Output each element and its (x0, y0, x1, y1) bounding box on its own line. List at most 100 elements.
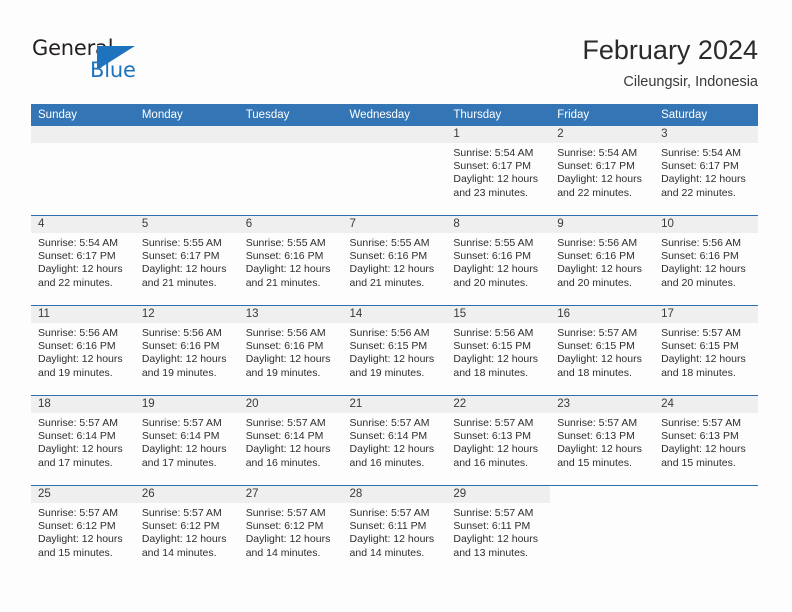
day-number: 14 (342, 306, 447, 323)
weekday-header-thursday: Thursday (446, 104, 551, 126)
day-cell[interactable]: 3 Sunrise: 5:54 AM Sunset: 6:17 PM Daylight… (654, 126, 758, 215)
day-cell[interactable]: 26 Sunrise: 5:57 AM Sunset: 6:12 PM Dayligh… (134, 486, 239, 575)
day-cell[interactable]: 14 Sunrise: 5:56 AM Sunset: 6:15 PM Dayligh… (342, 306, 447, 395)
daylight-text-line2: and 17 minutes. (141, 456, 217, 469)
day-cell[interactable]: 27 Sunrise: 5:57 AM Sunset: 6:12 PM Dayligh… (238, 486, 343, 575)
calendar-cell: 25 Sunrise: 5:57 AM Sunset: 6:12 PM Dayligh… (31, 485, 135, 575)
general-blue-logo[interactable]: General Blue (32, 36, 162, 86)
calendar-cell: 16 Sunrise: 5:57 AM Sunset: 6:15 PM Dayligh… (550, 305, 655, 396)
day-cell[interactable]: 10 Sunrise: 5:56 AM Sunset: 6:16 PM Dayligh… (654, 216, 758, 305)
daylight-text-line1: Daylight: 12 hours (349, 353, 435, 366)
day-cell[interactable]: 22 Sunrise: 5:57 AM Sunset: 6:13 PM Dayligh… (446, 396, 551, 485)
sunrise-text: Sunrise: 5:54 AM (38, 237, 118, 249)
day-cell[interactable]: 19 Sunrise: 5:57 AM Sunset: 6:14 PM Dayligh… (134, 396, 239, 485)
sunrise-text: Sunrise: 5:54 AM (557, 147, 638, 159)
day-cell[interactable]: 8 Sunrise: 5:55 AM Sunset: 6:16 PM Daylight… (446, 216, 551, 305)
day-details: Sunrise: 5:57 AM Sunset: 6:14 PM Daylight:… (31, 413, 135, 470)
calendar-cell: 19 Sunrise: 5:57 AM Sunset: 6:14 PM Dayligh… (134, 395, 239, 486)
sunset-text: Sunset: 6:16 PM (245, 340, 324, 353)
sunrise-text: Sunrise: 5:57 AM (38, 507, 118, 519)
calendar-cell: 14 Sunrise: 5:56 AM Sunset: 6:15 PM Dayligh… (342, 305, 447, 396)
day-cell[interactable]: 20 Sunrise: 5:57 AM Sunset: 6:14 PM Dayligh… (238, 396, 343, 485)
calendar-week-row: 18 Sunrise: 5:57 AM Sunset: 6:14 PM Dayligh… (31, 395, 758, 486)
day-cell[interactable]: 12 Sunrise: 5:56 AM Sunset: 6:16 PM Dayligh… (134, 306, 239, 395)
daylight-text-line2: and 23 minutes. (453, 186, 529, 199)
calendar-cell: 26 Sunrise: 5:57 AM Sunset: 6:12 PM Dayligh… (134, 485, 239, 575)
day-details: Sunrise: 5:56 AM Sunset: 6:16 PM Daylight:… (239, 323, 343, 380)
day-cell[interactable]: 16 Sunrise: 5:57 AM Sunset: 6:15 PM Dayligh… (550, 306, 655, 395)
sunset-text: Sunset: 6:17 PM (557, 160, 635, 173)
sunset-text: Sunset: 6:13 PM (453, 430, 532, 443)
day-cell[interactable]: 1 Sunrise: 5:54 AM Sunset: 6:17 PM Daylight… (446, 126, 551, 215)
calendar-cell: 24 Sunrise: 5:57 AM Sunset: 6:13 PM Dayligh… (654, 395, 758, 486)
day-number: 7 (342, 216, 447, 233)
sunrise-text: Sunrise: 5:56 AM (661, 237, 742, 249)
day-cell[interactable]: 24 Sunrise: 5:57 AM Sunset: 6:13 PM Dayligh… (654, 396, 758, 485)
day-cell[interactable]: 17 Sunrise: 5:57 AM Sunset: 6:15 PM Dayligh… (654, 306, 758, 395)
daylight-text-line2: and 21 minutes. (245, 276, 321, 289)
daylight-text-line1: Daylight: 12 hours (38, 533, 123, 546)
daylight-text-line2: and 14 minutes. (141, 546, 217, 559)
day-cell[interactable]: 4 Sunrise: 5:54 AM Sunset: 6:17 PM Daylight… (31, 216, 135, 305)
weekday-header-wednesday: Wednesday (342, 104, 447, 126)
daylight-text-line2: and 14 minutes. (245, 546, 321, 559)
daylight-text-line2: and 19 minutes. (141, 366, 217, 379)
sunrise-text: Sunrise: 5:54 AM (661, 147, 742, 159)
day-details: Sunrise: 5:56 AM Sunset: 6:15 PM Daylight:… (446, 323, 550, 380)
daylight-text-line1: Daylight: 12 hours (141, 353, 227, 366)
sunset-text: Sunset: 6:14 PM (141, 430, 220, 443)
daylight-text-line2: and 13 minutes. (453, 546, 529, 559)
day-cell[interactable]: 21 Sunrise: 5:57 AM Sunset: 6:14 PM Dayligh… (342, 396, 447, 485)
day-cell[interactable]: 2 Sunrise: 5:54 AM Sunset: 6:17 PM Daylight… (550, 126, 655, 215)
logo-text-blue: Blue (90, 58, 136, 82)
weekday-header-tuesday: Tuesday (238, 104, 343, 126)
day-cell[interactable]: 25 Sunrise: 5:57 AM Sunset: 6:12 PM Dayligh… (31, 486, 135, 575)
day-cell[interactable]: 23 Sunrise: 5:57 AM Sunset: 6:13 PM Dayligh… (550, 396, 655, 485)
calendar-cell (654, 485, 758, 575)
day-cell[interactable]: 28 Sunrise: 5:57 AM Sunset: 6:11 PM Dayligh… (342, 486, 447, 575)
calendar-page: General Blue February 2024 Cileungsir, I… (0, 0, 792, 612)
day-number (31, 126, 135, 143)
calendar-cell: 2 Sunrise: 5:54 AM Sunset: 6:17 PM Daylight… (550, 126, 655, 216)
day-cell[interactable]: 15 Sunrise: 5:56 AM Sunset: 6:15 PM Dayligh… (446, 306, 551, 395)
calendar-cell: 27 Sunrise: 5:57 AM Sunset: 6:12 PM Dayligh… (238, 485, 343, 575)
day-cell[interactable]: 13 Sunrise: 5:56 AM Sunset: 6:16 PM Dayligh… (238, 306, 343, 395)
sunrise-text: Sunrise: 5:56 AM (349, 327, 430, 339)
day-details: Sunrise: 5:57 AM Sunset: 6:15 PM Daylight:… (654, 323, 758, 380)
daylight-text-line2: and 18 minutes. (661, 366, 736, 379)
day-cell[interactable]: 7 Sunrise: 5:55 AM Sunset: 6:16 PM Daylight… (342, 216, 447, 305)
day-cell[interactable]: 11 Sunrise: 5:56 AM Sunset: 6:16 PM Dayligh… (31, 306, 135, 395)
daylight-text-line2: and 21 minutes. (141, 276, 217, 289)
calendar-cell: 20 Sunrise: 5:57 AM Sunset: 6:14 PM Dayligh… (238, 395, 343, 486)
sunrise-text: Sunrise: 5:57 AM (557, 417, 638, 429)
daylight-text-line1: Daylight: 12 hours (557, 443, 642, 456)
day-details: Sunrise: 5:55 AM Sunset: 6:17 PM Daylight:… (135, 233, 239, 290)
day-cell[interactable]: 18 Sunrise: 5:57 AM Sunset: 6:14 PM Dayligh… (31, 396, 135, 485)
day-number: 25 (31, 486, 135, 503)
day-cell-empty (342, 126, 447, 215)
sunset-text: Sunset: 6:16 PM (453, 250, 532, 263)
sunset-text: Sunset: 6:15 PM (349, 340, 428, 353)
day-details: Sunrise: 5:57 AM Sunset: 6:12 PM Daylight:… (31, 503, 135, 560)
day-number: 10 (654, 216, 758, 233)
day-cell[interactable]: 29 Sunrise: 5:57 AM Sunset: 6:11 PM Dayligh… (446, 486, 551, 575)
day-number: 18 (31, 396, 135, 413)
sunrise-text: Sunrise: 5:56 AM (557, 237, 638, 249)
daylight-text-line2: and 18 minutes. (453, 366, 529, 379)
day-number: 22 (446, 396, 551, 413)
calendar-cell: 23 Sunrise: 5:57 AM Sunset: 6:13 PM Dayligh… (550, 395, 655, 486)
day-cell[interactable]: 9 Sunrise: 5:56 AM Sunset: 6:16 PM Daylight… (550, 216, 655, 305)
day-number: 8 (446, 216, 551, 233)
daylight-text-line1: Daylight: 12 hours (557, 353, 642, 366)
sunrise-text: Sunrise: 5:54 AM (453, 147, 534, 159)
sunrise-text: Sunrise: 5:57 AM (38, 417, 118, 429)
calendar-cell: 10 Sunrise: 5:56 AM Sunset: 6:16 PM Dayligh… (654, 215, 758, 306)
day-number: 24 (654, 396, 758, 413)
sunrise-text: Sunrise: 5:57 AM (453, 507, 534, 519)
daylight-text-line2: and 21 minutes. (349, 276, 425, 289)
sunset-text: Sunset: 6:13 PM (557, 430, 635, 443)
day-cell[interactable]: 6 Sunrise: 5:55 AM Sunset: 6:16 PM Daylight… (238, 216, 343, 305)
day-cell-empty (238, 126, 343, 215)
day-cell[interactable]: 5 Sunrise: 5:55 AM Sunset: 6:17 PM Daylight… (134, 216, 239, 305)
calendar-week-row: 25 Sunrise: 5:57 AM Sunset: 6:12 PM Dayligh… (31, 485, 758, 575)
